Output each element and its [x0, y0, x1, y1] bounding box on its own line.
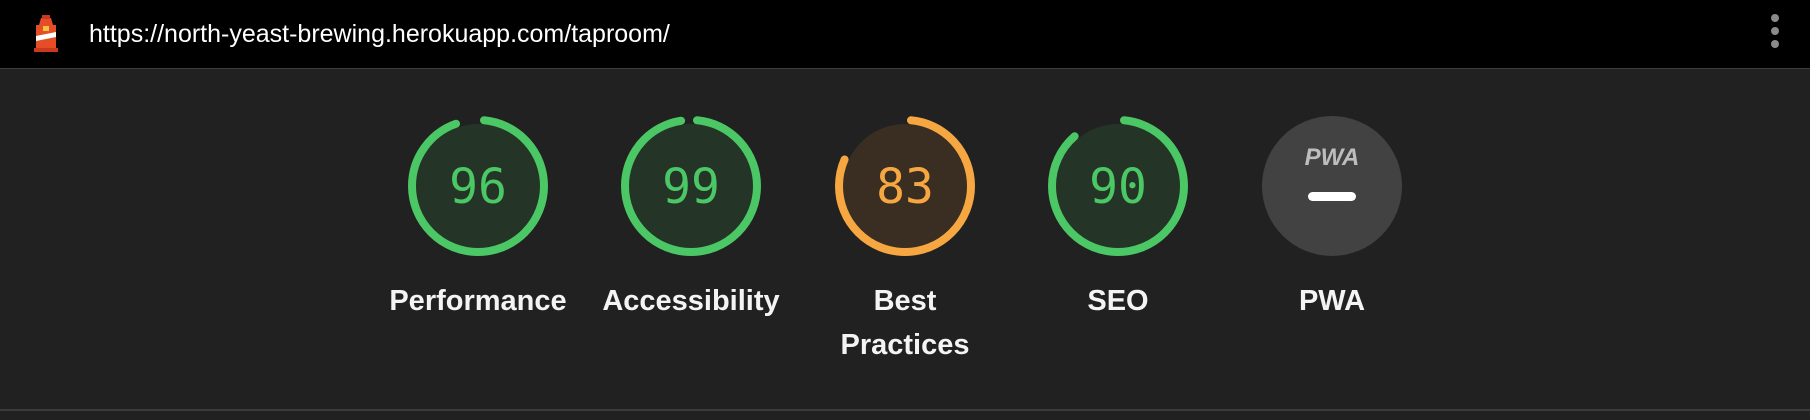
pwa-badge-text: PWA — [1305, 144, 1360, 171]
gauge-best-practices[interactable]: 83 Best Practices — [805, 115, 1005, 367]
accessibility-score: 99 — [662, 159, 720, 215]
top-bar: https://north-yeast-brewing.herokuapp.co… — [0, 0, 1810, 69]
best-practices-score-ring: 83 — [835, 116, 975, 256]
seo-score: 90 — [1089, 159, 1147, 215]
seo-label: SEO — [1087, 285, 1149, 317]
best-practices-label-line2: Practices — [840, 329, 970, 361]
accessibility-label: Accessibility — [602, 285, 780, 317]
page-url: https://north-yeast-brewing.herokuapp.co… — [89, 20, 670, 48]
pwa-label: PWA — [1298, 285, 1366, 317]
more-vertical-icon[interactable] — [1768, 14, 1782, 54]
gauge-performance[interactable]: 96 Performance — [378, 115, 578, 323]
performance-label: Performance — [389, 285, 567, 317]
accessibility-score-ring: 99 — [621, 116, 761, 256]
lighthouse-icon — [34, 15, 58, 52]
best-practices-label-line1: Best — [873, 285, 937, 317]
not-applicable-dash-icon — [1308, 192, 1356, 201]
performance-score-ring: 96 — [408, 116, 548, 256]
score-gauges: 96 Performance 99 Accessibility 83 Best … — [0, 69, 1810, 409]
divider — [0, 409, 1810, 411]
performance-score: 96 — [449, 159, 507, 215]
gauge-accessibility[interactable]: 99 Accessibility — [591, 115, 791, 323]
seo-score-ring: 90 — [1048, 116, 1188, 256]
best-practices-label: Best Practices — [805, 279, 1005, 367]
pwa-badge: PWA — [1262, 116, 1402, 256]
gauge-seo[interactable]: 90 SEO — [1018, 115, 1218, 323]
gauge-pwa[interactable]: PWA PWA — [1232, 115, 1432, 323]
best-practices-score: 83 — [876, 159, 934, 215]
